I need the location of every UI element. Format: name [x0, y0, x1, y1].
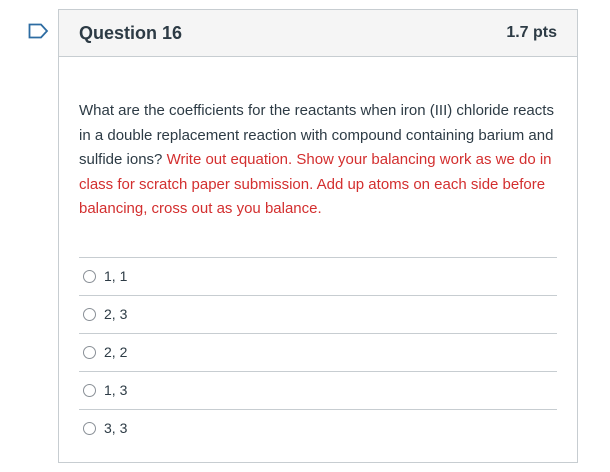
answer-label: 2, 3 — [104, 306, 128, 322]
question-points: 1.7 pts — [506, 24, 557, 41]
radio-button[interactable] — [83, 345, 96, 359]
question-card: Question 16 1.7 pts What are the coeffic… — [58, 9, 578, 463]
answer-label: 1, 1 — [104, 268, 128, 284]
answer-option[interactable]: 2, 3 — [79, 294, 557, 333]
answer-option[interactable]: 1, 1 — [79, 256, 557, 295]
answer-option[interactable]: 2, 2 — [79, 332, 557, 371]
question-text: What are the coefficients for the reacta… — [79, 99, 557, 222]
answer-list: 1, 1 2, 3 2, 2 1, 3 3, 3 — [79, 256, 557, 447]
radio-button[interactable] — [83, 383, 96, 397]
radio-button[interactable] — [83, 307, 96, 321]
flag-question-icon[interactable] — [28, 23, 49, 39]
radio-button[interactable] — [83, 421, 96, 435]
answer-label: 2, 2 — [104, 344, 128, 360]
answer-option[interactable]: 3, 3 — [79, 408, 557, 447]
radio-button[interactable] — [83, 269, 96, 283]
answer-option[interactable]: 1, 3 — [79, 370, 557, 409]
answer-label: 1, 3 — [104, 382, 128, 398]
question-header: Question 16 1.7 pts — [59, 10, 577, 57]
answer-label: 3, 3 — [104, 420, 128, 436]
question-title: Question 16 — [79, 22, 183, 43]
question-body: What are the coefficients for the reacta… — [59, 57, 577, 447]
